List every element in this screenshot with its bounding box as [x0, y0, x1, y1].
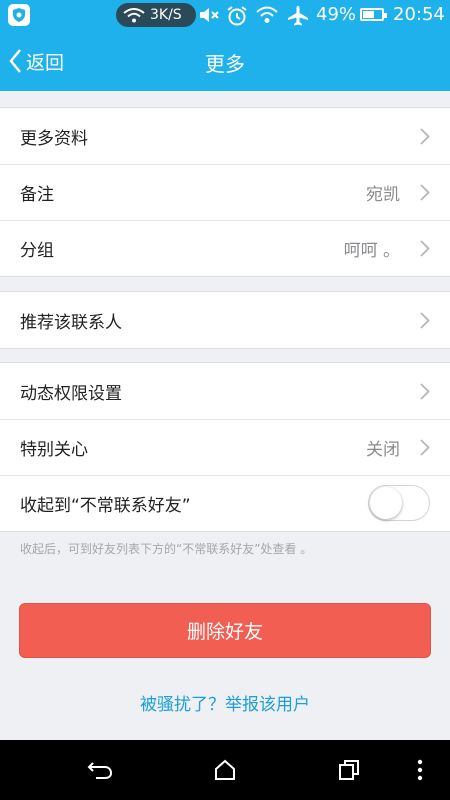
row-value: 关闭 — [366, 439, 400, 460]
page-title: 更多 — [205, 52, 245, 76]
nav-recents-button[interactable] — [329, 754, 369, 786]
nav-home-button[interactable] — [205, 754, 245, 786]
row-group[interactable]: 分组 呵呵 。 — [0, 220, 450, 276]
row-collapse-infrequent: 收起到“不常联系好友” — [0, 475, 450, 531]
status-bar: 3K/S 49% 20:54 — [0, 0, 450, 31]
home-icon — [215, 759, 235, 780]
chevron-right-icon — [420, 312, 430, 329]
net-speed-text: 3K/S — [150, 7, 182, 23]
title-bar: 返回 更多 — [0, 31, 450, 91]
shield-icon — [8, 4, 30, 26]
collapse-toggle[interactable] — [368, 485, 430, 521]
row-label: 分组 — [20, 240, 54, 261]
recents-icon — [339, 760, 359, 780]
report-user-link[interactable]: 被骚扰了？举报该用户 — [0, 690, 450, 715]
chevron-right-icon — [420, 439, 430, 456]
back-arrow-icon — [87, 762, 113, 779]
row-label: 更多资料 — [20, 128, 88, 149]
nav-back-button[interactable] — [80, 754, 120, 786]
chevron-right-icon — [420, 240, 430, 257]
row-label: 特别关心 — [20, 439, 88, 460]
mute-icon — [200, 8, 219, 22]
navigation-bar — [0, 740, 450, 800]
chevron-right-icon — [420, 383, 430, 400]
wifi-icon — [123, 8, 145, 23]
settings-group-profile: 更多资料 备注 宛凯 分组 呵呵 。 — [0, 107, 450, 277]
more-vertical-icon — [417, 759, 423, 781]
row-label: 备注 — [20, 184, 54, 205]
row-special-care[interactable]: 特别关心 关闭 — [0, 419, 450, 475]
row-feed-permissions[interactable]: 动态权限设置 — [0, 363, 450, 419]
chevron-right-icon — [420, 184, 430, 201]
row-more-info[interactable]: 更多资料 — [0, 108, 450, 164]
row-value: 宛凯 — [366, 184, 400, 205]
delete-friend-button[interactable]: 删除好友 — [19, 603, 431, 658]
wifi-signal-icon — [256, 6, 278, 23]
airplane-icon — [288, 6, 308, 26]
battery-icon — [360, 8, 387, 21]
row-label: 推荐该联系人 — [20, 312, 122, 333]
row-label: 动态权限设置 — [20, 383, 122, 404]
row-remark[interactable]: 备注 宛凯 — [0, 164, 450, 220]
battery-percent: 49% — [316, 4, 357, 25]
alarm-icon — [227, 6, 247, 26]
settings-group-recommend: 推荐该联系人 — [0, 291, 450, 349]
network-speed-pill: 3K/S — [116, 3, 196, 27]
settings-group-privacy: 动态权限设置 特别关心 关闭 收起到“不常联系好友” — [0, 362, 450, 532]
chevron-right-icon — [420, 128, 430, 145]
row-label: 收起到“不常联系好友” — [20, 495, 191, 516]
nav-menu-button[interactable] — [405, 754, 435, 786]
toggle-knob — [370, 487, 402, 519]
collapse-hint-text: 收起后，可到好友列表下方的“不常联系好友”处查看 。 — [20, 542, 313, 556]
row-value: 呵呵 。 — [343, 240, 400, 261]
clock: 20:54 — [393, 4, 445, 25]
row-recommend-contact[interactable]: 推荐该联系人 — [0, 292, 450, 348]
